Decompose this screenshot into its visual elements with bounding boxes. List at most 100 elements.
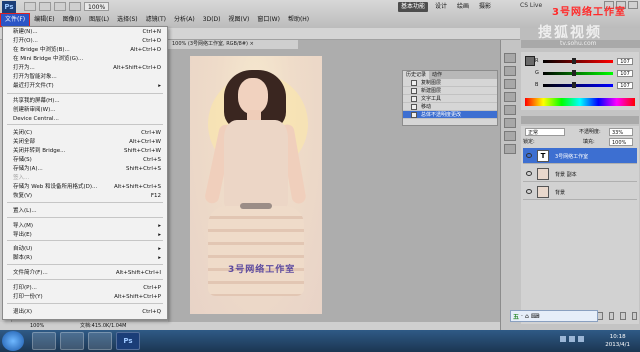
- history-state[interactable]: 移动: [403, 103, 497, 111]
- workspace-painting-button[interactable]: 绘画: [454, 2, 472, 12]
- mini-bridge-icon[interactable]: [39, 2, 51, 11]
- file-menu-item[interactable]: 最近打开文件(T) ▸: [3, 82, 167, 90]
- file-menu-item[interactable]: 打印一份(Y) Alt+Shift+Ctrl+P: [3, 293, 167, 301]
- file-menu-item[interactable]: 文件简介(F)... Alt+Shift+Ctrl+I: [3, 269, 167, 277]
- taskbar-ie-icon[interactable]: [32, 332, 56, 350]
- layer-row[interactable]: 背景: [523, 184, 637, 200]
- file-menu-item[interactable]: 存储为(A)... Shift+Ctrl+S: [3, 165, 167, 173]
- visibility-eye-icon[interactable]: [526, 153, 532, 158]
- file-menu-item[interactable]: 置入(L)...: [3, 207, 167, 215]
- menu-item-8[interactable]: 视图(V): [225, 14, 254, 26]
- layer-row[interactable]: 背景 副本: [523, 166, 637, 182]
- new-group-icon[interactable]: [608, 312, 615, 320]
- brush-panel-icon[interactable]: [504, 66, 516, 76]
- menu-item-6[interactable]: 分析(A): [170, 14, 199, 26]
- file-menu-item[interactable]: 关闭(C) Ctrl+W: [3, 129, 167, 137]
- fill-input[interactable]: 100%: [609, 138, 633, 146]
- file-menu-item[interactable]: 打开为智能对象...: [3, 73, 167, 81]
- color-channel-slider[interactable]: [543, 58, 613, 64]
- workspace-photography-button[interactable]: 摄影: [476, 2, 494, 12]
- color-channel-value[interactable]: 107: [617, 58, 633, 65]
- file-menu-item[interactable]: 关闭并转到 Bridge... Shift+Ctrl+W: [3, 147, 167, 155]
- file-menu-item[interactable]: 自动(U) ▸: [3, 245, 167, 253]
- slider-knob[interactable]: [572, 58, 577, 64]
- file-menu-item[interactable]: 打印(P)... Ctrl+P: [3, 284, 167, 292]
- new-adjustment-icon[interactable]: [597, 312, 603, 320]
- tray-volume-icon[interactable]: [569, 336, 575, 342]
- document-tab[interactable]: 100% (3号网络工作室, RGB/8#) ×: [168, 40, 298, 49]
- color-channel-value[interactable]: 107: [617, 70, 633, 77]
- file-menu-item[interactable]: 创建新审阅(W)...: [3, 106, 167, 114]
- info-icon[interactable]: [504, 144, 516, 154]
- tray-flag-icon[interactable]: [578, 336, 584, 342]
- menu-item-9[interactable]: 窗口(W): [253, 14, 284, 26]
- slider-knob[interactable]: [572, 70, 577, 76]
- file-menu-item[interactable]: 共享我的屏幕(H)...: [3, 97, 167, 105]
- file-menu-item[interactable]: 脚本(R) ▸: [3, 254, 167, 262]
- document-image[interactable]: 3号网络工作室: [190, 56, 322, 314]
- mask-icon[interactable]: [504, 118, 516, 128]
- history-state[interactable]: 文字工具: [403, 95, 497, 103]
- file-menu-item[interactable]: 打开(O)... Ctrl+O: [3, 37, 167, 45]
- file-menu-item[interactable]: 恢复(V) F12: [3, 192, 167, 200]
- bridge-icon[interactable]: [24, 2, 36, 11]
- menu-item-2[interactable]: 图像(I): [59, 14, 85, 26]
- paragraph-icon[interactable]: [504, 92, 516, 102]
- taskbar-clock[interactable]: 10:18 2013/4/1: [605, 333, 630, 349]
- layer-row[interactable]: T 3号网络工作室: [523, 148, 637, 164]
- visibility-eye-icon[interactable]: [526, 171, 532, 176]
- zoom-tool-icon[interactable]: [69, 2, 81, 11]
- taskbar-explorer-icon[interactable]: [60, 332, 84, 350]
- file-menu-item[interactable]: 在 Mini Bridge 中浏览(G)...: [3, 55, 167, 63]
- menu-item-0[interactable]: 文件(F): [0, 13, 31, 27]
- file-menu-item[interactable]: 存储(S) Ctrl+S: [3, 156, 167, 164]
- clone-source-icon[interactable]: [504, 79, 516, 89]
- taskbar-player-icon[interactable]: [88, 332, 112, 350]
- file-menu-item[interactable]: 在 Bridge 中浏览(B)... Alt+Ctrl+O: [3, 46, 167, 54]
- workspace-essentials-button[interactable]: 基本功能: [398, 2, 429, 12]
- zoom-level-select[interactable]: 100%: [84, 2, 110, 11]
- color-spectrum[interactable]: [525, 98, 635, 106]
- history-state[interactable]: 总体不透明度更改: [403, 111, 497, 119]
- adjustments-panel-tabs[interactable]: [521, 116, 639, 124]
- tab-history[interactable]: 历史记录: [403, 71, 430, 79]
- hand-icon[interactable]: [54, 2, 66, 11]
- ime-mode-button[interactable]: 五: [513, 312, 519, 321]
- taskbar-photoshop-icon[interactable]: Ps: [116, 332, 140, 350]
- visibility-eye-icon[interactable]: [526, 189, 532, 194]
- navigator-icon[interactable]: [504, 131, 516, 141]
- slider-knob[interactable]: [572, 82, 577, 88]
- blend-mode-select[interactable]: 正常: [525, 128, 565, 136]
- file-menu-item[interactable]: Device Central...: [3, 115, 167, 123]
- history-state[interactable]: 复制图层: [403, 79, 497, 87]
- swatch-panel-icon[interactable]: [504, 53, 516, 63]
- menu-item-3[interactable]: 图层(L): [85, 14, 113, 26]
- menu-item-10[interactable]: 帮助(H): [284, 14, 313, 26]
- foreground-color-swatch[interactable]: [525, 56, 535, 66]
- ime-width-button[interactable]: ⌂: [525, 313, 529, 320]
- file-menu-item[interactable]: 导入(M) ▸: [3, 222, 167, 230]
- menu-item-7[interactable]: 3D(D): [199, 14, 225, 26]
- color-channel-value[interactable]: 107: [617, 82, 633, 89]
- tab-actions[interactable]: 动作: [429, 71, 445, 79]
- start-button[interactable]: [2, 331, 24, 351]
- file-menu-item[interactable]: 导出(E) ▸: [3, 231, 167, 239]
- menu-item-4[interactable]: 选择(S): [113, 14, 142, 26]
- file-menu-item[interactable]: 退出(X) Ctrl+Q: [3, 308, 167, 316]
- color-channel-slider[interactable]: [543, 82, 613, 88]
- close-icon[interactable]: [628, 1, 638, 9]
- file-menu-item[interactable]: 新建(N)... Ctrl+N: [3, 28, 167, 36]
- color-channel-slider[interactable]: [543, 70, 613, 76]
- status-doc-info[interactable]: 文档:415.0K/1.04M: [80, 322, 126, 330]
- menu-item-1[interactable]: 编辑(E): [30, 14, 58, 26]
- cs-live-button[interactable]: CS Live: [520, 2, 542, 9]
- file-menu-item[interactable]: 打开为... Alt+Shift+Ctrl+O: [3, 64, 167, 72]
- ime-keyboard-button[interactable]: ⌨: [531, 313, 540, 320]
- history-state[interactable]: 新建图层: [403, 87, 497, 95]
- delete-layer-icon[interactable]: [631, 312, 637, 320]
- file-menu-item[interactable]: 存储为 Web 和设备所用格式(D)... Alt+Shift+Ctrl+S: [3, 183, 167, 191]
- workspace-design-button[interactable]: 设计: [432, 2, 450, 12]
- opacity-input[interactable]: 33%: [609, 128, 633, 136]
- tray-network-icon[interactable]: [560, 336, 566, 342]
- menu-item-5[interactable]: 滤镜(T): [142, 14, 170, 26]
